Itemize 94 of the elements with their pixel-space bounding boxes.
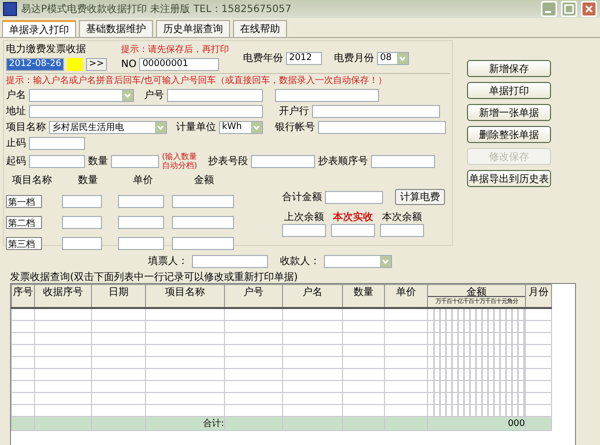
column-label: 数量 [77, 174, 99, 187]
column-label: 单价 [132, 174, 154, 187]
amount-field[interactable] [172, 216, 234, 229]
app-icon [3, 2, 17, 16]
close-icon[interactable] [581, 1, 597, 17]
balance-field[interactable] [380, 224, 424, 237]
address-field[interactable] [29, 104, 263, 118]
field-label: 银行帐号 [275, 120, 315, 134]
amount-field[interactable] [172, 237, 234, 250]
balance-label: 上次余额 [284, 210, 324, 224]
quantity-hint: (输入数量自动分档) [162, 152, 198, 170]
calculate-button[interactable]: 计算电费 [395, 189, 445, 205]
field-label: 止码 [6, 136, 26, 150]
field-label: 户号 [144, 88, 164, 102]
column-label: 项目名称 [11, 174, 53, 187]
balance-label: 本次实收 [333, 210, 373, 224]
unit-dropdown[interactable]: kWh [219, 120, 263, 134]
payee-dropdown[interactable] [324, 254, 392, 268]
meter-order-field[interactable] [371, 154, 435, 168]
action-button[interactable]: 新增一张单据 [467, 104, 551, 121]
tab[interactable]: 单据录入打印 [2, 20, 76, 37]
month-dropdown[interactable]: 08 [377, 52, 410, 64]
action-button[interactable]: 删除整张单据 [467, 126, 551, 143]
field-label: 计量单位 [176, 120, 216, 134]
field-label: 开户行 [279, 104, 309, 118]
tier-label: 第三档 [6, 237, 42, 250]
column-header: 日期 [108, 287, 128, 298]
date-field[interactable]: 2012-08-26 [6, 58, 64, 70]
quantity-field[interactable] [62, 237, 102, 250]
field-label: 电费月份 [334, 52, 374, 65]
item-dropdown[interactable]: 乡村居民生活用电 [49, 120, 167, 134]
tab[interactable]: 在线帮助 [233, 20, 287, 37]
tab[interactable]: 历史单据查询 [156, 20, 230, 37]
price-field[interactable] [118, 195, 164, 208]
field-label: 抄表号段 [208, 154, 248, 168]
total-field[interactable] [325, 190, 383, 204]
window-title: 易达P模式电费收款收据打印 未注册版 TEL：15825675057 [21, 2, 292, 16]
column-header: 户名 [302, 287, 322, 298]
price-field[interactable] [118, 216, 164, 229]
start-reading-field[interactable] [29, 154, 85, 168]
print-hint: 提示：请先保存后，再打印 [121, 45, 230, 55]
quantity-field[interactable] [62, 195, 102, 208]
extra-field[interactable] [275, 88, 379, 102]
balance-field[interactable] [331, 224, 375, 237]
field-label: 合计金额 [282, 190, 322, 204]
next-button[interactable]: >> [86, 58, 108, 70]
total-label: 合计: [202, 419, 224, 429]
color-swatch [67, 58, 83, 70]
field-label: 起码 [6, 154, 26, 168]
column-header: 户号 [244, 287, 264, 298]
maximize-icon[interactable] [561, 1, 577, 17]
name-dropdown[interactable] [29, 88, 134, 102]
column-header: 收据序号 [43, 287, 83, 298]
field-label: 填票人： [148, 254, 188, 268]
quantity-field[interactable] [111, 154, 159, 168]
tab[interactable]: 基础数据维护 [79, 20, 153, 37]
bank-account-field[interactable] [318, 120, 446, 134]
balance-field[interactable] [282, 224, 326, 237]
action-button[interactable]: 新增保存 [467, 60, 551, 77]
column-header: 数量 [354, 287, 374, 298]
bank-field[interactable] [312, 104, 440, 118]
column-header: 序号 [13, 287, 33, 298]
action-button[interactable]: 单据导出到历史表 [467, 170, 551, 187]
entry-hint: 提示：输入户名或户名拼音后回车/也可输入户号回车（或直接回车，数据录入一次自动保存！） [6, 76, 388, 86]
field-label: 收款人： [280, 255, 320, 268]
tier-label: 第一档 [6, 195, 42, 208]
quantity-field[interactable] [62, 216, 102, 229]
meter-section-field[interactable] [251, 154, 315, 168]
account-field[interactable] [167, 88, 263, 102]
price-field[interactable] [118, 237, 164, 250]
table-caption: 发票收据查询(双击下面列表中一行记录可以修改或重新打印单据) [9, 270, 299, 283]
number-field[interactable]: 00000001 [139, 58, 220, 70]
number-label: NO [121, 58, 136, 70]
balance-label: 本次余额 [382, 210, 422, 224]
column-label: 金额 [193, 174, 215, 187]
end-reading-field[interactable] [29, 136, 85, 150]
minimize-icon[interactable] [541, 1, 557, 17]
field-label: 数量 [88, 155, 108, 168]
column-header: 单价 [396, 287, 416, 298]
field-label: 户名 [6, 88, 26, 102]
field-label: 地址 [6, 104, 26, 118]
total-value: 000 [508, 418, 525, 428]
year-field[interactable]: 2012 [286, 52, 322, 64]
amount-field[interactable] [172, 195, 234, 208]
field-label: 项目名称 [6, 121, 46, 134]
field-label: 电费年份 [243, 52, 284, 65]
form-title: 电力缴费发票收据 [6, 44, 86, 55]
column-header: 项目名称 [165, 287, 205, 298]
tier-label: 第二档 [6, 216, 42, 229]
action-button[interactable]: 单据打印 [467, 82, 551, 99]
issuer-field[interactable] [192, 254, 268, 268]
column-header: 金额 [428, 285, 525, 297]
field-label: 抄表顺序号 [318, 154, 368, 168]
column-header: 月份 [528, 287, 548, 298]
